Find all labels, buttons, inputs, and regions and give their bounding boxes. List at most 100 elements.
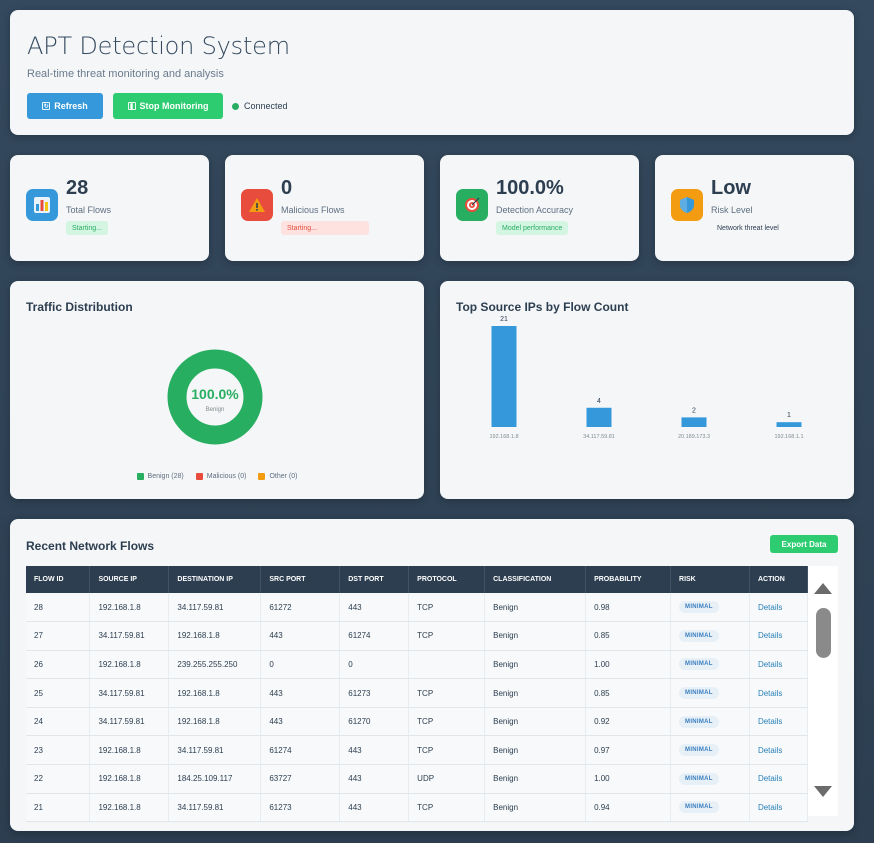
table-row[interactable]: 22 192.168.1.8 184.25.109.117 63727 443 UDP Be… <box>26 764 809 794</box>
column-header[interactable]: ACTION <box>749 566 809 593</box>
column-header[interactable]: FLOW ID <box>26 566 91 593</box>
bar-chart: 21 192.168.1.8 4 34.117.59.81 2 20.189.173.3 1… <box>489 316 803 440</box>
x-tick-label: 20.189.173.3 <box>678 434 710 440</box>
risk-cell: MINIMAL <box>670 621 750 651</box>
details-link[interactable]: Details <box>749 621 809 651</box>
column-header[interactable]: CLASSIFICATION <box>484 566 587 593</box>
table-cell: Benign <box>484 650 587 680</box>
refresh-icon: ↻ <box>42 102 51 110</box>
risk-cell: MINIMAL <box>670 707 750 737</box>
table-cell: Benign <box>484 621 587 651</box>
status-badge: Model performance <box>496 221 569 235</box>
table-row[interactable]: 28 192.168.1.8 34.117.59.81 61272 443 TCP Beni… <box>26 593 809 623</box>
x-tick-label: 34.117.59.81 <box>583 434 615 440</box>
risk-cell: MINIMAL <box>670 593 750 623</box>
column-header[interactable]: SOURCE IP <box>89 566 170 593</box>
table-cell: 239.255.255.250 <box>168 650 262 680</box>
table-cell: 27 <box>26 621 91 651</box>
stop-monitoring-button[interactable]: ❚ Stop Monitoring <box>113 93 223 119</box>
donut-center-label: Benign <box>206 407 225 413</box>
bar-20.189.173.3[interactable] <box>681 417 707 427</box>
traffic-legend: Benign (28) Malicious (0) Other (0) <box>10 473 424 480</box>
header-panel: APT Detection System Real-time threat mo… <box>10 10 854 135</box>
details-link[interactable]: Details <box>749 735 809 766</box>
refresh-label: Refresh <box>54 101 88 111</box>
table-cell: 0.97 <box>585 735 672 766</box>
scroll-down-icon[interactable] <box>814 786 832 797</box>
table-cell: TCP <box>408 707 486 737</box>
details-link[interactable]: Details <box>749 650 809 680</box>
details-link[interactable]: Details <box>749 707 809 737</box>
scroll-up-icon[interactable] <box>814 583 832 594</box>
scrollbar-thumb[interactable] <box>816 608 831 658</box>
table-row[interactable]: 21 192.168.1.8 34.117.59.81 61273 443 TCP Beni… <box>26 793 809 823</box>
table-cell: 443 <box>339 593 410 623</box>
table-cell: 0.92 <box>585 707 672 737</box>
table-cell: 34.117.59.81 <box>168 735 262 766</box>
table-cell: 22 <box>26 764 91 794</box>
table-row[interactable]: 27 34.117.59.81 192.168.1.8 443 61274 TCP Beni… <box>26 621 809 651</box>
table-row[interactable]: 26 192.168.1.8 239.255.255.250 0 0 Benign 1.00… <box>26 650 809 680</box>
column-header[interactable]: SRC PORT <box>260 566 341 593</box>
table-cell: 1.00 <box>585 764 672 794</box>
status-badge: Starting... <box>281 221 369 235</box>
bar-192.168.1.1[interactable] <box>776 422 802 427</box>
bar-value-label: 2 <box>692 407 696 414</box>
table-cell: Benign <box>484 678 587 708</box>
malicious-swatch <box>195 473 203 480</box>
table-cell: 34.117.59.81 <box>89 621 170 651</box>
table-cell: 184.25.109.117 <box>168 764 262 794</box>
table-cell: Benign <box>484 764 587 794</box>
table-cell: 28 <box>26 593 91 623</box>
total-flows-value: 28 <box>66 177 89 199</box>
table-row[interactable]: 25 34.117.59.81 192.168.1.8 443 61273 TCP Beni… <box>26 678 809 708</box>
table-cell: 192.168.1.8 <box>89 735 170 766</box>
refresh-button[interactable]: ↻ Refresh <box>27 93 103 119</box>
connection-status: Connected <box>232 101 288 111</box>
table-cell: 192.168.1.8 <box>89 793 170 823</box>
column-header[interactable]: DST PORT <box>339 566 410 593</box>
export-data-button[interactable]: Export Data <box>770 535 838 553</box>
table-row[interactable]: 24 34.117.59.81 192.168.1.8 443 61270 TCP Beni… <box>26 707 809 737</box>
column-header[interactable]: PROTOCOL <box>408 566 486 593</box>
benign-swatch <box>136 473 144 480</box>
recent-flows-title: Recent Network Flows <box>26 539 155 553</box>
table-cell: 443 <box>339 735 410 766</box>
target-icon <box>456 189 488 221</box>
bar-34.117.59.81[interactable] <box>586 407 612 427</box>
table-cell: 443 <box>260 621 341 651</box>
column-header[interactable]: PROBABILITY <box>585 566 672 593</box>
details-link[interactable]: Details <box>749 764 809 794</box>
details-link[interactable]: Details <box>749 793 809 823</box>
table-scrollbar[interactable] <box>808 566 838 816</box>
risk-cell: MINIMAL <box>670 735 750 766</box>
table-cell: 26 <box>26 650 91 680</box>
pause-icon: ❚ <box>127 102 136 110</box>
table-cell: 192.168.1.8 <box>168 707 262 737</box>
legend-item-other: Other (0) <box>258 473 297 480</box>
column-header[interactable]: RISK <box>670 566 750 593</box>
details-link[interactable]: Details <box>749 678 809 708</box>
table-cell: Benign <box>484 707 587 737</box>
donut-center-value: 100.0% <box>191 386 239 402</box>
bar-192.168.1.8[interactable] <box>491 326 517 427</box>
warning-icon <box>241 189 273 221</box>
table-cell: UDP <box>408 764 486 794</box>
column-header[interactable]: DESTINATION IP <box>168 566 262 593</box>
details-link[interactable]: Details <box>749 593 809 623</box>
risk-badge: MINIMAL <box>679 658 719 671</box>
risk-badge: MINIMAL <box>679 744 719 757</box>
table-row[interactable]: 23 192.168.1.8 34.117.59.81 61274 443 TCP Beni… <box>26 735 809 766</box>
bar-value-label: 1 <box>787 412 791 419</box>
table-cell: 192.168.1.8 <box>168 621 262 651</box>
malicious-flows-card: 0 Malicious Flows Starting... <box>225 155 424 261</box>
legend-label: Malicious (0) <box>206 473 247 480</box>
bar-value-label: 21 <box>500 316 508 323</box>
risk-level-label: Risk Level <box>711 205 753 215</box>
detection-accuracy-label: Detection Accuracy <box>496 205 574 215</box>
table-cell: 34.117.59.81 <box>168 793 262 823</box>
malicious-flows-value: 0 <box>281 177 293 199</box>
risk-badge: MINIMAL <box>679 772 719 785</box>
risk-badge: MINIMAL <box>679 801 719 814</box>
recent-flows-card: Recent Network Flows Export Data FLOW ID… <box>10 519 854 831</box>
